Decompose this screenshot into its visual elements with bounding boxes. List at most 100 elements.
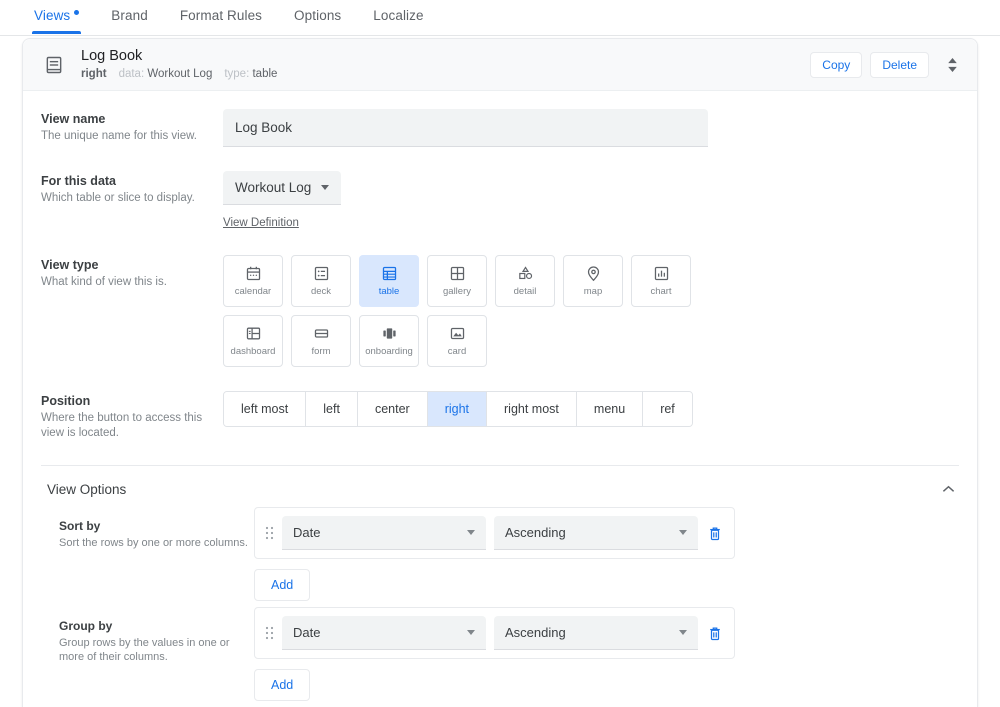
row-view-type: View type What kind of view this is. [23,255,977,367]
sort-by-description: Sort the rows by one or more columns. [59,536,254,550]
position-option-center[interactable]: center [358,392,428,426]
reorder-updown-icon[interactable] [941,52,963,78]
view-type-tile-calendar[interactable]: calendar [223,255,283,307]
chevron-down-icon [467,630,475,635]
group-by-rule-row: Date Ascending [254,607,735,659]
dashboard-icon [245,325,262,342]
tab-localize[interactable]: Localize [357,0,439,33]
view-name-control [223,109,959,147]
tab-views[interactable]: Views [18,0,95,33]
view-type-tile-dashboard-label: dashboard [231,346,276,357]
sort-by-label: Sort by [59,519,254,534]
calendar-icon [245,265,262,282]
view-card-body: View name The unique name for this view.… [23,91,977,701]
view-type-tile-chart-label: chart [650,286,671,297]
group-by-description: Group rows by the values in one or more … [59,636,254,664]
book-icon [41,52,67,78]
tab-format-rules-label: Format Rules [180,8,262,23]
view-type-tiles: calendar deck [223,255,743,367]
position-segmented-control: left most left center right right most m… [223,391,693,427]
table-icon [381,265,398,282]
group-by-direction-select[interactable]: Ascending [494,616,698,650]
tab-options-label: Options [294,8,341,23]
group-by-label: Group by [59,619,254,634]
settings-tabbar: Views Brand Format Rules Options Localiz… [0,0,1000,36]
sort-by-direction-value: Ascending [505,525,566,540]
view-name-input[interactable] [223,109,708,147]
view-type-tile-form[interactable]: form [291,315,351,367]
sort-by-control: Date Ascending [254,507,959,601]
tab-localize-label: Localize [373,8,423,23]
view-data-key: data: [119,68,145,80]
deck-icon [313,265,330,282]
view-type-tile-detail[interactable]: detail [495,255,555,307]
row-view-name: View name The unique name for this view. [23,109,977,147]
sort-by-direction-select[interactable]: Ascending [494,516,698,550]
view-type-tile-form-label: form [312,346,331,357]
view-type-description: What kind of view this is. [41,275,223,290]
card-icon [449,325,466,342]
row-for-this-data: For this data Which table or slice to di… [23,171,977,231]
position-option-menu[interactable]: menu [577,392,643,426]
group-by-add-button[interactable]: Add [254,669,310,701]
group-by-label-group: Group by Group rows by the values in one… [59,607,254,701]
view-type-tile-detail-label: detail [514,286,537,297]
view-type-tile-card[interactable]: card [427,315,487,367]
view-card-header-text: Log Book rightdata: Workout Logtype: tab… [81,48,810,82]
view-type-tile-chart[interactable]: chart [631,255,691,307]
row-sort-by: Sort by Sort the rows by one or more col… [23,507,977,601]
position-option-ref[interactable]: ref [643,392,692,426]
gallery-icon [449,265,466,282]
view-card-header: Log Book rightdata: Workout Logtype: tab… [23,39,977,91]
drag-handle-icon[interactable] [265,626,274,640]
view-type-key: type: [224,68,249,80]
position-option-left-most[interactable]: left most [224,392,306,426]
view-type-tile-deck-label: deck [311,286,331,297]
row-group-by: Group by Group rows by the values in one… [23,607,977,701]
view-options-header[interactable]: View Options [23,466,977,507]
view-type-tile-map-label: map [584,286,602,297]
for-this-data-label-group: For this data Which table or slice to di… [41,171,223,231]
data-source-value: Workout Log [235,180,311,195]
sort-by-rule-row: Date Ascending [254,507,735,559]
tab-format-rules[interactable]: Format Rules [164,0,278,33]
chevron-down-icon [679,530,687,535]
chevron-up-icon[interactable] [942,485,955,494]
view-type-tile-onboarding[interactable]: onboarding [359,315,419,367]
sort-by-add-button[interactable]: Add [254,569,310,601]
chevron-down-icon [321,185,329,190]
view-card-actions: Copy Delete [810,52,963,78]
delete-button[interactable]: Delete [870,52,929,78]
tab-active-underline [32,31,81,34]
detail-icon [517,265,534,282]
group-by-column-select[interactable]: Date [282,616,486,650]
sort-by-delete-icon[interactable] [706,526,724,541]
view-definition-link[interactable]: View Definition [223,217,299,229]
position-option-right-most[interactable]: right most [487,392,577,426]
copy-button[interactable]: Copy [810,52,862,78]
drag-handle-icon[interactable] [265,526,274,540]
view-type-tile-table[interactable]: table [359,255,419,307]
view-type-tile-map[interactable]: map [563,255,623,307]
chevron-down-icon [679,630,687,635]
position-label-group: Position Where the button to access this… [41,391,223,441]
group-by-direction-value: Ascending [505,625,566,640]
map-pin-icon [585,265,602,282]
position-option-right[interactable]: right [428,392,487,426]
group-by-delete-icon[interactable] [706,626,724,641]
tab-brand[interactable]: Brand [95,0,164,33]
view-type-tile-calendar-label: calendar [235,286,271,297]
view-type-tile-gallery-label: gallery [443,286,471,297]
view-name-label-group: View name The unique name for this view. [41,109,223,147]
data-source-select[interactable]: Workout Log [223,171,341,205]
tab-brand-label: Brand [111,8,148,23]
view-type-tile-dashboard[interactable]: dashboard [223,315,283,367]
tab-options[interactable]: Options [278,0,357,33]
view-type-tile-deck[interactable]: deck [291,255,351,307]
view-type-tile-gallery[interactable]: gallery [427,255,487,307]
chevron-down-icon [467,530,475,535]
sort-by-column-select[interactable]: Date [282,516,486,550]
view-data-value: Workout Log [147,68,212,80]
view-editor-card: Log Book rightdata: Workout Logtype: tab… [22,38,978,707]
position-option-left[interactable]: left [306,392,358,426]
